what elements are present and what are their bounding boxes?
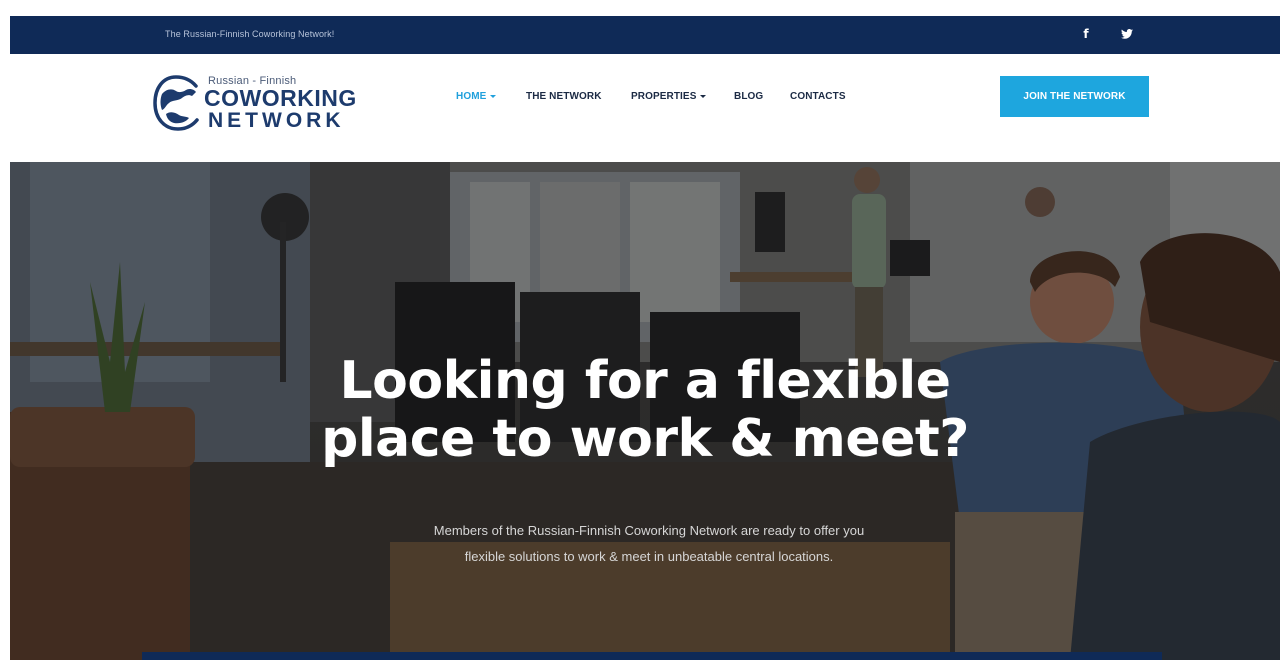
hero-headline: Looking for a flexible place to work & m… bbox=[10, 352, 1280, 468]
hero-bottom-bar bbox=[142, 652, 1162, 660]
hero-banner: Looking for a flexible place to work & m… bbox=[10, 162, 1280, 660]
hero-headline-line-1: Looking for a flexible bbox=[339, 351, 951, 411]
nav-item-label: CONTACTS bbox=[790, 91, 846, 102]
chevron-down-icon bbox=[700, 95, 707, 98]
browser-page: The Russian-Finnish Coworking Network! f… bbox=[10, 16, 1280, 660]
nav-item-properties[interactable]: PROPERTIES bbox=[631, 91, 707, 102]
facebook-icon[interactable]: f bbox=[1079, 26, 1093, 42]
globe-logo-icon bbox=[153, 75, 199, 131]
chevron-down-icon bbox=[490, 95, 497, 98]
nav-item-label: HOME bbox=[456, 91, 487, 102]
site-header: Russian - Finnish COWORKING NETWORK HOME… bbox=[10, 54, 1280, 162]
hero-subtext: Members of the Russian-Finnish Coworking… bbox=[433, 523, 865, 564]
nav-item-home[interactable]: HOME bbox=[456, 91, 497, 102]
site-logo[interactable]: Russian - Finnish COWORKING NETWORK bbox=[152, 70, 362, 136]
hero-headline-line-2: place to work & meet? bbox=[321, 409, 969, 469]
nav-item-blog[interactable]: BLOG bbox=[734, 91, 763, 102]
nav-item-label: PROPERTIES bbox=[631, 91, 697, 102]
twitter-icon[interactable] bbox=[1120, 26, 1134, 42]
top-bar: The Russian-Finnish Coworking Network! f bbox=[10, 16, 1280, 54]
logo-word-network: NETWORK bbox=[208, 109, 345, 132]
nav-item-the-network[interactable]: THE NETWORK bbox=[526, 91, 602, 102]
nav-item-label: BLOG bbox=[734, 91, 764, 102]
nav-item-label: THE NETWORK bbox=[526, 91, 602, 102]
logo-word-coworking: COWORKING bbox=[204, 85, 357, 111]
join-network-button[interactable]: JOIN THE NETWORK bbox=[1000, 76, 1149, 117]
tagline: The Russian-Finnish Coworking Network! bbox=[165, 29, 335, 39]
nav-item-contacts[interactable]: CONTACTS bbox=[790, 91, 846, 102]
